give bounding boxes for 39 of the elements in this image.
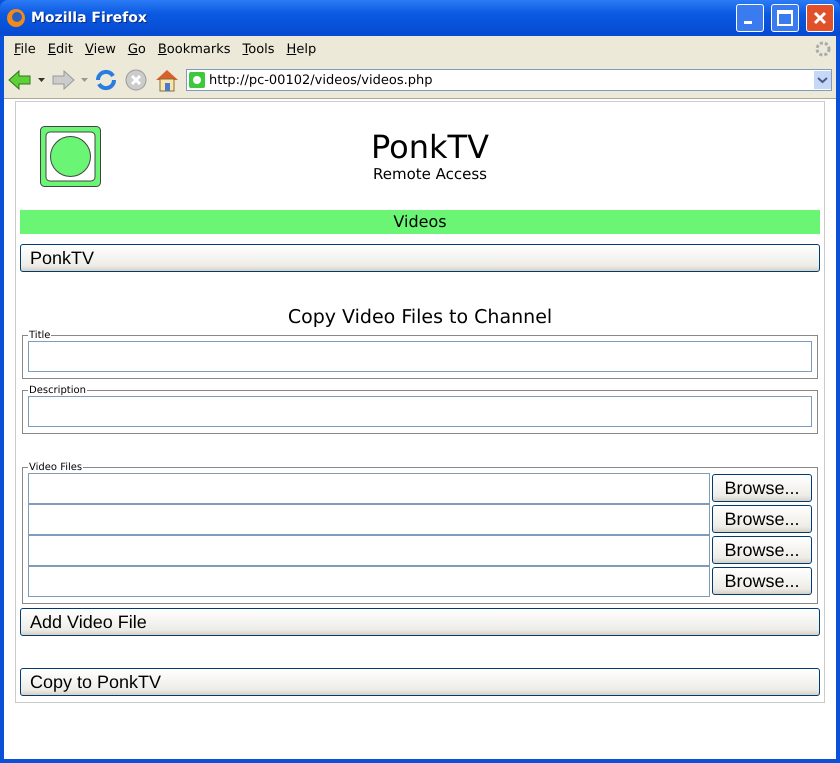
- menu-item[interactable]: File: [8, 40, 42, 58]
- browse-button[interactable]: Browse...: [712, 474, 812, 502]
- address-bar[interactable]: http://pc-00102/videos/videos.php: [186, 69, 832, 91]
- page-icon: [189, 72, 205, 88]
- menu-item[interactable]: Tools: [236, 40, 281, 58]
- minimize-button[interactable]: [736, 4, 764, 32]
- back-arrow-icon[interactable]: [8, 69, 32, 91]
- channel-button[interactable]: PonkTV: [20, 244, 820, 272]
- window-title: Mozilla Firefox: [31, 10, 148, 26]
- menu-item[interactable]: Bookmarks: [152, 40, 237, 58]
- field-legend: Title: [28, 330, 52, 341]
- minimize-icon: [744, 21, 752, 24]
- copy-button[interactable]: Copy to PonkTV: [20, 668, 820, 696]
- add-file-button[interactable]: Add Video File: [20, 608, 820, 636]
- maximize-button[interactable]: [771, 4, 799, 32]
- close-button[interactable]: [806, 4, 834, 32]
- menu-item[interactable]: View: [78, 40, 122, 58]
- browse-button[interactable]: Browse...: [712, 505, 812, 533]
- menu-item[interactable]: Help: [280, 40, 322, 58]
- menu-item[interactable]: Go: [122, 40, 152, 58]
- forward-arrow-icon[interactable]: [51, 69, 75, 91]
- maximize-icon: [777, 10, 793, 26]
- browse-button[interactable]: Browse...: [712, 567, 812, 595]
- site-subtitle: Remote Access: [373, 165, 487, 183]
- site-title: PonkTV: [371, 129, 489, 165]
- browser-logo-icon: [6, 8, 26, 28]
- dropdown-caret-icon[interactable]: [38, 78, 45, 82]
- field-legend: Video Files: [28, 462, 84, 473]
- throbber-icon: [814, 40, 832, 58]
- home-icon[interactable]: [154, 68, 180, 92]
- field-legend: Description: [28, 385, 87, 396]
- stop-icon[interactable]: [124, 68, 148, 92]
- close-icon: [813, 11, 827, 25]
- reload-icon[interactable]: [94, 68, 118, 92]
- form-heading: Copy Video Files to Channel: [286, 306, 554, 328]
- browse-button[interactable]: Browse...: [712, 536, 812, 564]
- logo-icon: [40, 126, 101, 186]
- section-banner: Videos: [20, 210, 820, 234]
- menu-item[interactable]: Edit: [42, 40, 79, 58]
